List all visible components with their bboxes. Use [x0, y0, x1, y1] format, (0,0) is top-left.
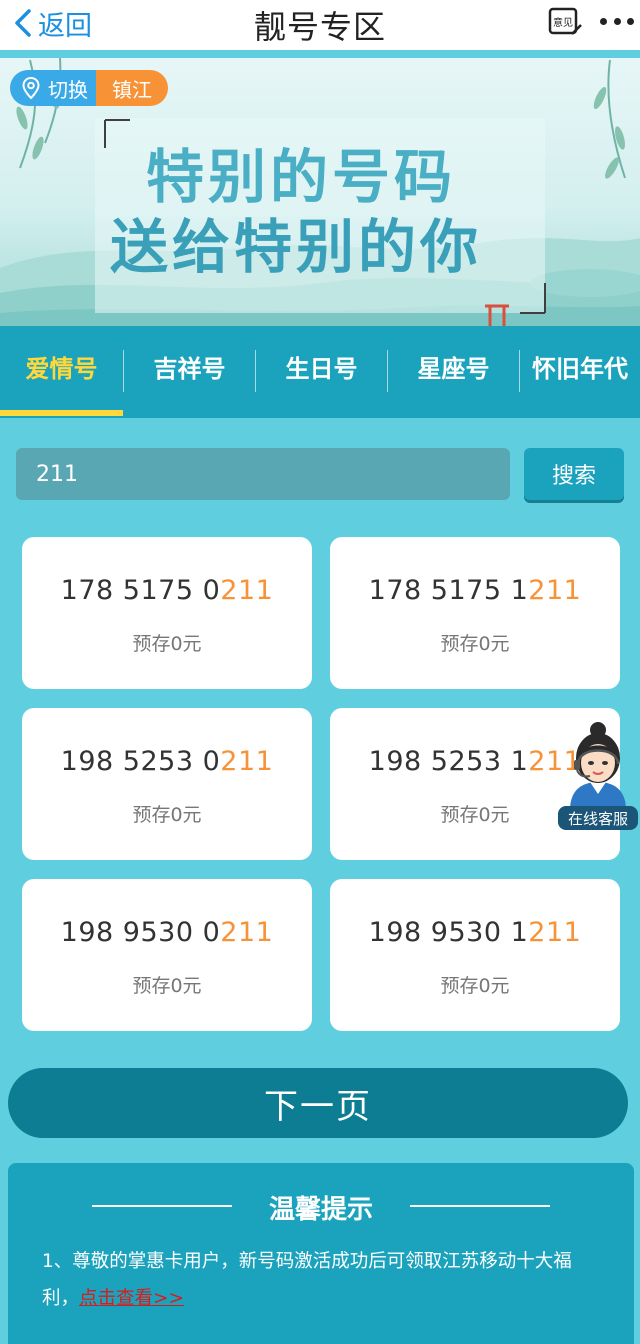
tab-divider — [387, 350, 388, 392]
map-pin-icon — [22, 77, 40, 99]
number-card[interactable]: 178 5175 1211 预存0元 — [330, 537, 620, 689]
number-highlight: 211 — [220, 917, 274, 948]
tab-divider — [255, 350, 256, 392]
feedback-icon: 意见 — [548, 7, 582, 35]
page-title: 靓号专区 — [253, 8, 386, 46]
search-button[interactable]: 搜索 — [524, 448, 624, 500]
tip-text: 1、尊敬的掌惠卡用户，新号码激活成功后可领取江苏移动十大福利，点击查看>> — [42, 1243, 602, 1317]
phone-number: 198 5253 0211 — [22, 746, 312, 777]
current-city: 镇江 — [96, 70, 168, 106]
phone-number: 178 5175 0211 — [22, 575, 312, 606]
phone-number: 198 9530 1211 — [330, 917, 620, 948]
number-highlight: 211 — [220, 746, 274, 777]
customer-service-label: 在线客服 — [558, 806, 638, 830]
number-prefix: 198 5253 1 — [368, 746, 529, 777]
view-details-link[interactable]: 点击查看>> — [79, 1288, 184, 1309]
number-card[interactable]: 198 9530 1211 预存0元 — [330, 879, 620, 1031]
phone-number: 198 9530 0211 — [22, 917, 312, 948]
tab-love-numbers[interactable]: 爱情号 — [0, 326, 123, 418]
banner-slogan: 特别的号码 送给特别的你 — [100, 130, 550, 310]
phone-number: 178 5175 1211 — [330, 575, 620, 606]
tab-zodiac-numbers[interactable]: 星座号 — [388, 326, 519, 418]
customer-service-button[interactable]: 在线客服 — [558, 718, 638, 830]
tip-title: 温馨提示 — [268, 1195, 373, 1225]
number-highlight: 211 — [528, 575, 582, 606]
more-dot-icon — [627, 17, 634, 25]
feedback-icon-label: 意见 — [553, 16, 573, 29]
tab-birthday-numbers[interactable]: 生日号 — [256, 326, 387, 418]
number-card[interactable]: 198 9530 0211 预存0元 — [22, 879, 312, 1031]
tip-panel: 温馨提示 1、尊敬的掌惠卡用户，新号码激活成功后可领取江苏移动十大福利，点击查看… — [8, 1163, 634, 1344]
tab-divider — [519, 350, 520, 392]
more-dot-icon — [600, 17, 607, 25]
deposit-label: 预存0元 — [132, 804, 202, 826]
deposit-label: 预存0元 — [132, 633, 202, 655]
next-page-button[interactable]: 下一页 — [8, 1068, 628, 1138]
promo-banner: 切换 镇江 特别的号码 送给特别的你 — [0, 58, 640, 326]
number-card[interactable]: 198 5253 0211 预存0元 — [22, 708, 312, 860]
more-dot-icon — [613, 17, 621, 25]
more-options-button[interactable] — [600, 8, 634, 34]
top-nav-bar: 返回 靓号专区 意见 — [0, 0, 640, 50]
customer-service-avatar-icon — [570, 722, 626, 810]
slogan-line-2: 送给特别的你 — [110, 213, 483, 281]
tip-divider — [410, 1205, 550, 1207]
number-prefix: 198 5253 0 — [60, 746, 221, 777]
location-switcher[interactable]: 切换 镇江 — [10, 70, 168, 106]
deposit-label: 预存0元 — [132, 975, 202, 997]
location-switch-label: 切换 — [48, 77, 88, 102]
tab-lucky-numbers[interactable]: 吉祥号 — [124, 326, 255, 418]
deposit-label: 预存0元 — [440, 975, 510, 997]
tab-divider — [123, 350, 124, 392]
category-tabs: 爱情号 吉祥号 生日号 星座号 怀旧年代 — [0, 326, 640, 418]
deposit-label: 预存0元 — [440, 633, 510, 655]
number-highlight: 211 — [220, 575, 274, 606]
location-switch[interactable]: 切换 — [10, 70, 96, 106]
number-highlight: 211 — [528, 917, 582, 948]
search-input[interactable] — [16, 448, 510, 500]
number-card[interactable]: 178 5175 0211 预存0元 — [22, 537, 312, 689]
active-tab-indicator — [0, 410, 123, 416]
tab-nostalgia-numbers[interactable]: 怀旧年代 — [520, 326, 640, 418]
number-prefix: 178 5175 0 — [60, 575, 221, 606]
feedback-button[interactable]: 意见 — [548, 6, 584, 38]
number-prefix: 198 9530 1 — [368, 917, 529, 948]
number-prefix: 178 5175 1 — [368, 575, 529, 606]
number-prefix: 198 9530 0 — [60, 917, 221, 948]
